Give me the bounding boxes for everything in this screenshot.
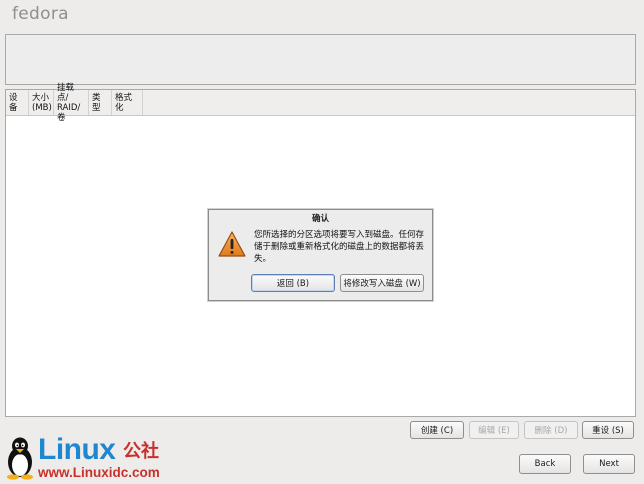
column-header-device[interactable]: 设备 — [6, 90, 29, 115]
watermark: Linux 公社 www.Linuxidc.com — [2, 434, 182, 484]
reset-button[interactable]: 重设 (S) — [582, 421, 634, 439]
dialog-back-button[interactable]: 返回 (B) — [251, 274, 335, 292]
column-header-mount-point[interactable]: 挂载点/ RAID/卷 — [54, 83, 89, 123]
dialog-title: 确认 — [311, 214, 329, 224]
confirm-dialog: 确认 您所选择的分区选项将要写入到磁盘。任何存储于删除或重新格式化的磁盘上的数据… — [208, 209, 433, 301]
create-button[interactable]: 创建 (C) — [410, 421, 464, 439]
write-changes-button[interactable]: 将修改写入磁盘 (W) — [340, 274, 424, 292]
edit-button[interactable]: 编辑 (E) — [469, 421, 519, 439]
column-header-label: (MB) — [32, 102, 52, 113]
watermark-url: www.Linuxidc.com — [38, 465, 160, 480]
warning-triangle-icon — [218, 231, 246, 257]
partition-table-header: 设备 大小 (MB) 挂载点/ RAID/卷 类型 格式化 — [6, 83, 635, 123]
back-button[interactable]: Back — [519, 454, 571, 474]
column-header-type[interactable]: 类型 — [89, 90, 112, 115]
watermark-gongshe: 公社 — [123, 441, 159, 462]
column-header-label: 类型 — [92, 92, 101, 113]
column-header-label: 设备 — [9, 92, 18, 113]
delete-button[interactable]: 删除 (D) — [524, 421, 578, 439]
dialog-message: 您所选择的分区选项将要写入到磁盘。任何存储于删除或重新格式化的磁盘上的数据都将丢… — [254, 230, 425, 264]
next-button[interactable]: Next — [583, 454, 635, 474]
column-header-size[interactable]: 大小 (MB) — [29, 90, 54, 115]
column-header-format[interactable]: 格式化 — [112, 90, 143, 115]
column-header-label: 格式化 — [115, 92, 133, 113]
column-header-label: 大小 — [32, 92, 50, 103]
watermark-linux: Linux — [38, 433, 116, 466]
disk-graph-panel — [5, 34, 636, 85]
tux-penguin-icon — [7, 437, 33, 480]
column-header-label: 挂载点/ — [57, 82, 75, 103]
fedora-logo: fedora — [12, 4, 69, 24]
column-header-label: RAID/卷 — [57, 102, 81, 123]
